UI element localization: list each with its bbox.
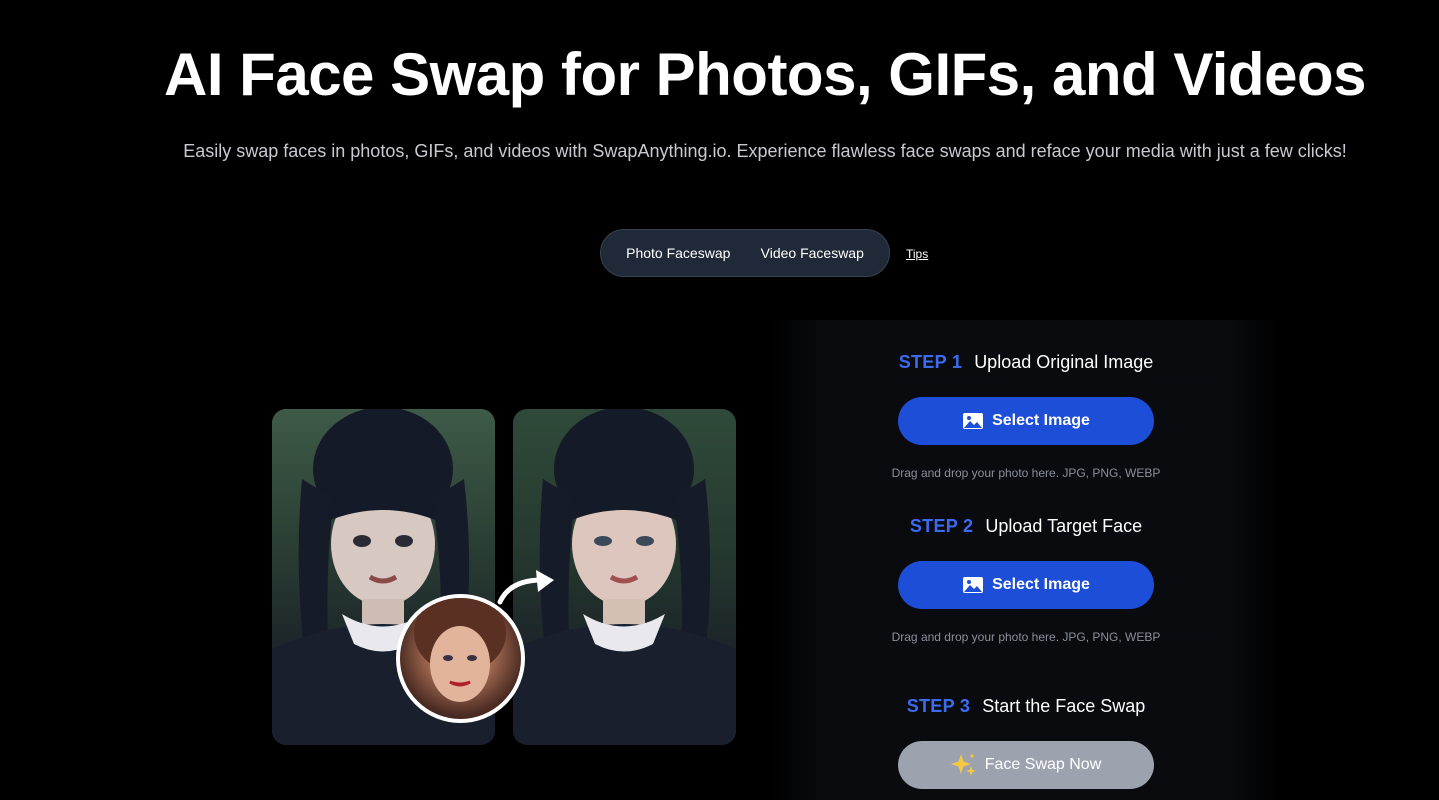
image-icon <box>962 412 984 430</box>
face-swap-now-label: Face Swap Now <box>984 756 1102 773</box>
step-1-hint: Drag and drop your photo here. JPG, PNG,… <box>891 466 1161 480</box>
step-1-heading: STEP 1 Upload Original Image <box>898 352 1154 373</box>
image-icon <box>962 576 984 594</box>
face-swap-now-button[interactable]: Face Swap Now <box>898 741 1154 789</box>
tab-photo-faceswap[interactable]: Photo Faceswap <box>622 239 734 267</box>
page-title: AI Face Swap for Photos, GIFs, and Video… <box>164 41 1366 108</box>
step-3-heading: STEP 3 Start the Face Swap <box>898 696 1154 717</box>
select-original-image-button[interactable]: Select Image <box>898 397 1154 445</box>
step-1-label: STEP 1 <box>898 352 963 372</box>
tips-link[interactable]: Tips <box>906 247 928 261</box>
step-1-text: Upload Original Image <box>974 352 1154 372</box>
page: AI Face Swap for Photos, GIFs, and Video… <box>0 0 1439 800</box>
upload-panel <box>770 320 1280 800</box>
step-2-text: Upload Target Face <box>985 516 1143 536</box>
select-target-face-button[interactable]: Select Image <box>898 561 1154 609</box>
step-3-label: STEP 3 <box>906 696 971 716</box>
page-subtitle: Easily swap faces in photos, GIFs, and v… <box>183 141 1347 161</box>
woman-face-illustration <box>414 598 506 702</box>
step-2-heading: STEP 2 Upload Target Face <box>898 516 1154 537</box>
mode-tabs: Photo Faceswap Video Faceswap <box>600 229 890 277</box>
step-3-text: Start the Face Swap <box>982 696 1146 716</box>
step-2-hint: Drag and drop your photo here. JPG, PNG,… <box>891 630 1161 644</box>
sparkles-icon <box>950 752 977 778</box>
swap-arrow-icon <box>497 570 554 605</box>
select-original-image-label: Select Image <box>992 412 1090 429</box>
tab-video-faceswap[interactable]: Video Faceswap <box>757 239 868 267</box>
select-target-face-label: Select Image <box>992 576 1090 593</box>
step-2-label: STEP 2 <box>909 516 974 536</box>
target-face-thumbnail <box>396 594 525 723</box>
